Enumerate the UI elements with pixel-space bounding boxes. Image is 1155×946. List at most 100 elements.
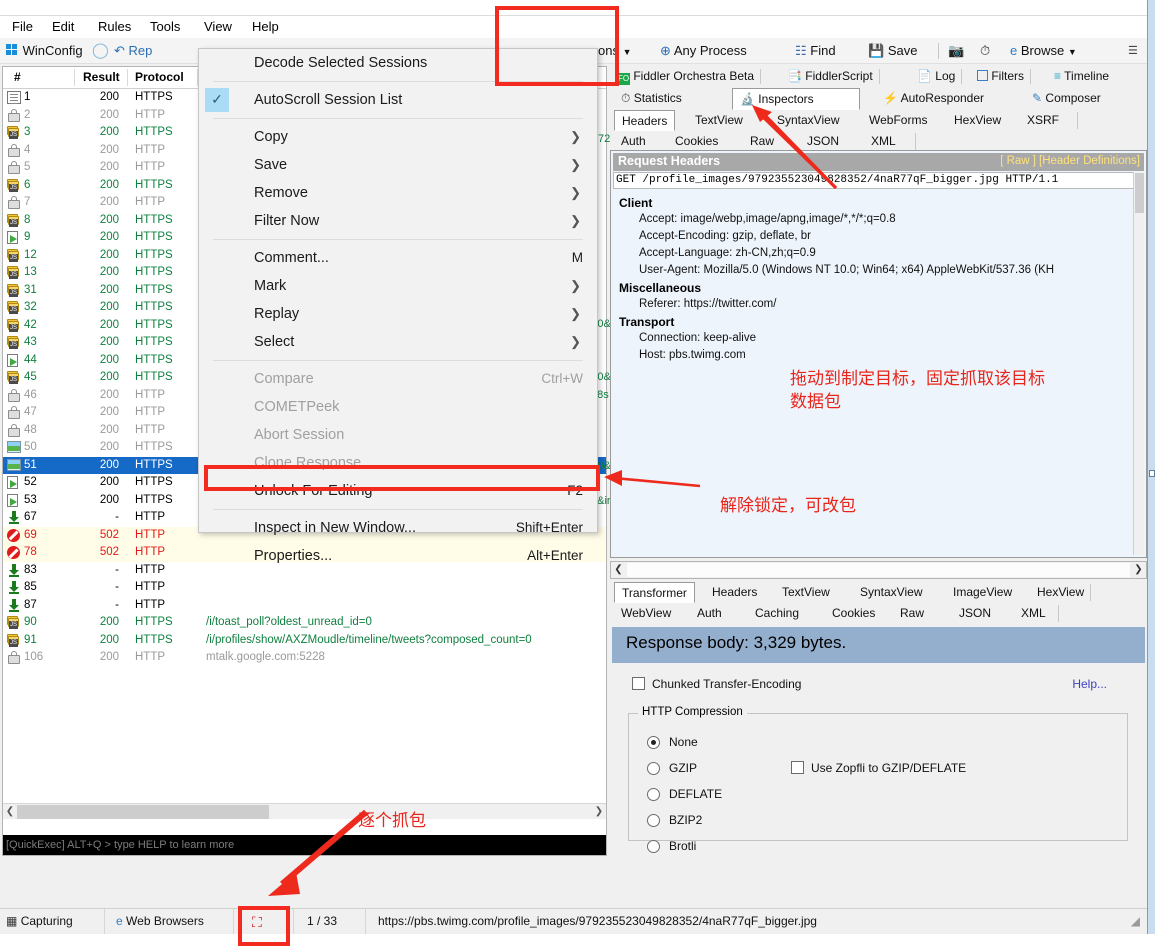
- context-menu-item[interactable]: Save❯: [199, 151, 597, 179]
- context-menu-item[interactable]: Filter Now❯: [199, 207, 597, 235]
- reqtab-syntaxview[interactable]: SyntaxView: [770, 110, 846, 132]
- request-hscroll-track[interactable]: [627, 563, 1130, 577]
- context-menu-item[interactable]: Properties...Alt+Enter: [199, 542, 597, 570]
- reqtab-textview[interactable]: TextView: [688, 110, 750, 132]
- header-divider-1[interactable]: [74, 69, 75, 86]
- radio-bzip2[interactable]: [647, 814, 660, 827]
- column-header-result[interactable]: Result: [83, 70, 120, 84]
- reqtab-hexview[interactable]: HexView: [947, 110, 1008, 132]
- browse-button[interactable]: e Browse ▼: [1010, 41, 1077, 61]
- context-menu-item[interactable]: ✓AutoScroll Session List: [199, 86, 597, 114]
- tab-inspectors[interactable]: 🔬 Inspectors: [732, 88, 860, 110]
- table-row[interactable]: 85-HTTP: [3, 579, 606, 597]
- radio-brotli-label: Brotli: [669, 839, 696, 853]
- zopfli-checkbox[interactable]: [791, 761, 804, 774]
- check-icon: ✓: [205, 88, 229, 112]
- request-hscroll-right-arrow[interactable]: ❯: [1131, 562, 1146, 578]
- menu-file[interactable]: File: [6, 18, 39, 36]
- menu-help[interactable]: Help: [246, 18, 285, 36]
- context-menu-separator: [213, 509, 583, 510]
- table-row[interactable]: JS90200HTTPS/i/toast_poll?oldest_unread_…: [3, 614, 606, 632]
- context-menu-item[interactable]: Mark❯: [199, 272, 597, 300]
- group-transport: Transport: [619, 315, 674, 329]
- menu-view[interactable]: View: [198, 18, 238, 36]
- lock-icon: [7, 161, 21, 174]
- tab-statistics[interactable]: ⏱ Statistics: [614, 88, 689, 110]
- menu-tools[interactable]: Tools: [144, 18, 186, 36]
- help-link[interactable]: Help...: [1072, 677, 1107, 691]
- radio-gzip[interactable]: [647, 762, 660, 775]
- radio-none[interactable]: [647, 736, 660, 749]
- tab-log[interactable]: 📄 Log: [910, 66, 962, 88]
- cell-result: 200: [83, 159, 119, 177]
- request-vscrollbar[interactable]: [1133, 172, 1144, 555]
- context-menu-item[interactable]: Remove❯: [199, 179, 597, 207]
- reqtab-headers[interactable]: Headers: [614, 110, 675, 131]
- cell-protocol: HTTPS: [135, 177, 173, 195]
- replay-button[interactable]: ↶ Rep: [114, 41, 152, 61]
- session-context-menu[interactable]: Decode Selected Sessions ✓AutoScroll Sess…: [198, 48, 598, 533]
- reqtab-xsrf[interactable]: XSRF: [1020, 110, 1066, 132]
- context-menu-item[interactable]: Select❯: [199, 328, 597, 356]
- hscroll-left-arrow[interactable]: ❮: [3, 804, 17, 820]
- context-menu-item-label: Decode Selected Sessions: [254, 55, 427, 71]
- cell-protocol: HTTPS: [135, 474, 173, 492]
- comment-bubble-icon[interactable]: ◯: [92, 41, 109, 61]
- context-menu-item[interactable]: Copy❯: [199, 123, 597, 151]
- response-body-banner: Response body: 3,329 bytes.: [612, 627, 1145, 663]
- tab-fiddlerscript[interactable]: 📑 FiddlerScript: [780, 66, 880, 88]
- header-definitions-link[interactable]: [Header Definitions]: [1039, 155, 1140, 167]
- column-header-num[interactable]: #: [14, 70, 21, 84]
- cell-num: 85: [24, 579, 37, 597]
- screenshot-icon[interactable]: 📷: [948, 41, 964, 61]
- context-menu-item[interactable]: Replay❯: [199, 300, 597, 328]
- hscroll-right-arrow[interactable]: ❯: [592, 804, 606, 820]
- reqtab-webforms[interactable]: WebForms: [862, 110, 934, 132]
- toolbar-overflow-icon[interactable]: ☰: [1128, 41, 1138, 61]
- request-hscrollbar[interactable]: ❮ ❯: [610, 561, 1147, 579]
- capturing-status[interactable]: ▦ Capturing: [6, 914, 73, 928]
- find-button[interactable]: ☷ Find: [795, 41, 836, 61]
- cell-num: 32: [24, 299, 37, 317]
- context-menu-item[interactable]: Comment...M: [199, 244, 597, 272]
- cell-num: 45: [24, 369, 37, 387]
- chunked-transfer-checkbox[interactable]: [632, 677, 645, 690]
- menu-edit[interactable]: Edit: [46, 18, 80, 36]
- table-row[interactable]: 87-HTTP: [3, 597, 606, 615]
- tab-filters[interactable]: Filters: [970, 66, 1031, 88]
- lock-icon: [7, 651, 21, 664]
- request-vscroll-thumb[interactable]: [1135, 173, 1144, 213]
- header-divider-2[interactable]: [127, 69, 128, 86]
- table-row[interactable]: 106200HTTPmtalk.google.com:5228: [3, 649, 606, 667]
- radio-brotli[interactable]: [647, 840, 660, 853]
- request-hscroll-left-arrow[interactable]: ❮: [611, 562, 626, 578]
- timer-icon[interactable]: ⏱: [980, 41, 990, 61]
- filter-icon: [977, 70, 988, 81]
- menu-rules[interactable]: Rules: [92, 18, 137, 36]
- process-filter-status[interactable]: e Web Browsers: [116, 914, 204, 928]
- vsplitter-handle[interactable]: [1149, 470, 1155, 477]
- radio-deflate[interactable]: [647, 788, 660, 801]
- cell-num: 83: [24, 562, 37, 580]
- chevron-right-icon: ❯: [570, 272, 581, 300]
- radio-bzip2-label: BZIP2: [669, 813, 702, 827]
- raw-link[interactable]: [ Raw ]: [1000, 155, 1036, 167]
- cell-result: 200: [83, 194, 119, 212]
- save-button[interactable]: 💾 Save: [868, 41, 917, 61]
- chunked-transfer-label: Chunked Transfer-Encoding: [652, 677, 801, 691]
- quickexec-input[interactable]: [QuickExec] ALT+Q > type HELP to learn m…: [3, 835, 606, 855]
- context-menu-item[interactable]: Inspect in New Window...Shift+Enter: [199, 514, 597, 542]
- column-header-protocol[interactable]: Protocol: [135, 70, 184, 84]
- tab-fiddler-orchestra[interactable]: FO Fiddler Orchestra Beta: [610, 66, 761, 88]
- tab-autoresponder[interactable]: ⚡ AutoResponder: [876, 88, 991, 110]
- resize-grip-icon[interactable]: ◢: [1131, 914, 1140, 928]
- table-row[interactable]: JS91200HTTPS/i/profiles/show/AXZMoudle/t…: [3, 632, 606, 650]
- any-process-button[interactable]: ⊕ Any Process: [660, 41, 747, 61]
- context-menu-item-label: Select: [254, 334, 294, 350]
- session-hscrollbar[interactable]: ❮ ❯: [3, 803, 606, 819]
- tab-timeline[interactable]: ≡ Timeline: [1047, 66, 1116, 88]
- cell-protocol: HTTPS: [135, 369, 173, 387]
- hscroll-thumb[interactable]: [17, 805, 269, 819]
- winconfig-button[interactable]: WinConfig: [6, 41, 83, 61]
- tab-composer[interactable]: ✎ Composer: [1025, 88, 1108, 110]
